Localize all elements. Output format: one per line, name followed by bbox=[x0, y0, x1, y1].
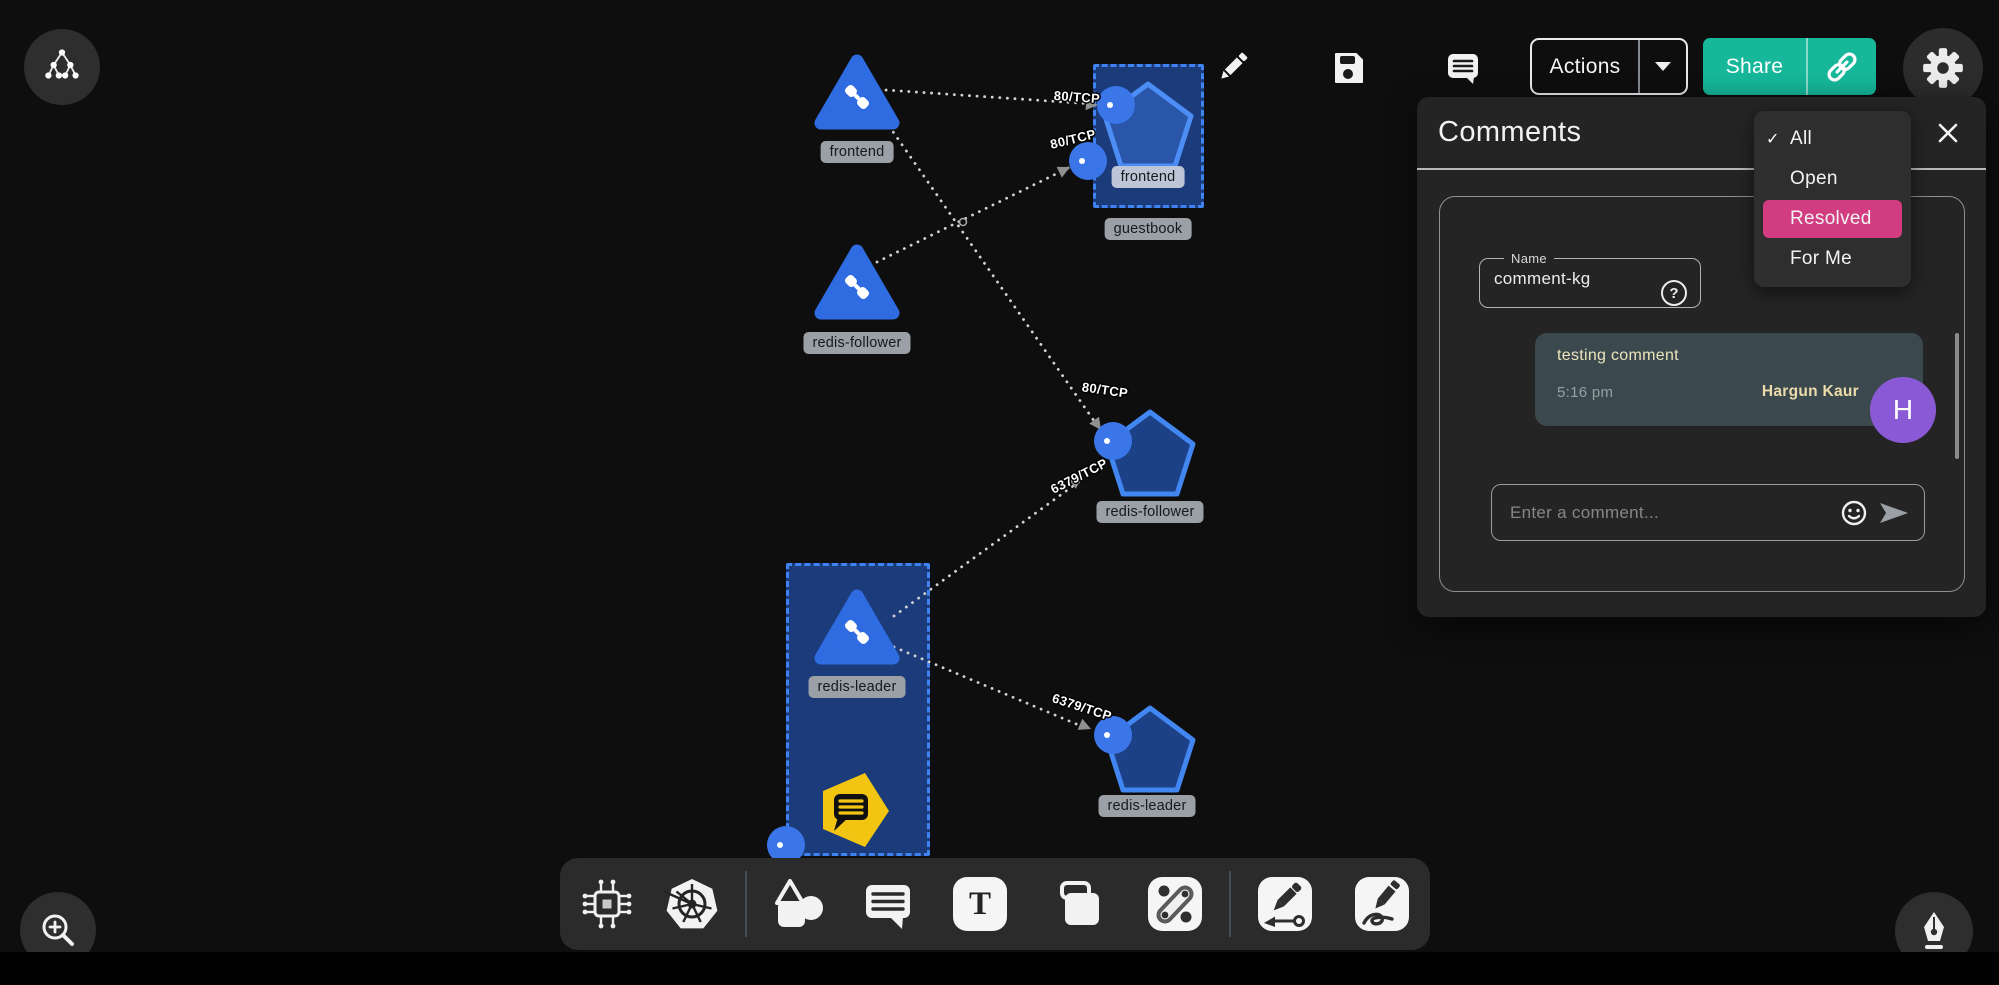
frame-icon bbox=[1052, 876, 1108, 932]
comment-icon bbox=[860, 876, 916, 932]
filter-option-open[interactable]: Open bbox=[1754, 159, 1911, 199]
comment-name-field-label: Name bbox=[1504, 251, 1554, 266]
comment-icon bbox=[1446, 50, 1480, 84]
close-panel-button[interactable] bbox=[1934, 119, 1962, 147]
pencil-icon bbox=[1216, 50, 1250, 84]
edit-pencil-button[interactable] bbox=[1216, 50, 1250, 84]
text-glyph: T bbox=[969, 888, 991, 921]
node-label: frontend bbox=[821, 141, 894, 163]
node-label: redis-follower bbox=[803, 332, 910, 354]
smiley-icon bbox=[1840, 499, 1868, 527]
node-label: redis-follower bbox=[1096, 501, 1203, 523]
close-icon bbox=[1934, 119, 1962, 147]
service-node-redis-follower[interactable] bbox=[814, 242, 900, 322]
infra-tool-button[interactable] bbox=[579, 876, 635, 932]
comments-panel-title: Comments bbox=[1438, 116, 1581, 149]
chevron-down-icon bbox=[1655, 62, 1671, 71]
node-label: frontend bbox=[1112, 166, 1185, 188]
service-node-redis-leader[interactable] bbox=[814, 587, 900, 667]
comment-tool-button[interactable] bbox=[860, 876, 916, 932]
pen-tool-button[interactable] bbox=[1258, 877, 1312, 931]
comment-timestamp: 5:16 pm bbox=[1557, 384, 1613, 401]
comment-text: testing comment bbox=[1557, 347, 1679, 365]
emoji-picker-button[interactable] bbox=[1840, 499, 1868, 527]
connector-tool-button[interactable] bbox=[1148, 877, 1202, 931]
actions-divider bbox=[1638, 40, 1640, 93]
send-comment-button[interactable] bbox=[1878, 500, 1910, 526]
text-tool-icon: T bbox=[953, 877, 1007, 931]
service-node-frontend[interactable] bbox=[814, 52, 900, 132]
filter-option-all[interactable]: ✓ All bbox=[1754, 119, 1911, 159]
filter-option-label: Resolved bbox=[1790, 208, 1872, 230]
comment-item[interactable]: testing comment 5:16 pm Hargun Kaur bbox=[1535, 333, 1923, 426]
avatar-initial: H bbox=[1893, 394, 1913, 426]
frame-tool-button[interactable] bbox=[1052, 876, 1108, 932]
pen-bezier-icon bbox=[1258, 877, 1312, 931]
shapes-tool-button[interactable] bbox=[770, 876, 826, 932]
comment-name-field[interactable]: Name comment-kg ? bbox=[1479, 251, 1701, 308]
comment-author: Hargun Kaur bbox=[1762, 383, 1859, 401]
tools-toolbar: T bbox=[560, 858, 1430, 950]
save-icon bbox=[1331, 51, 1365, 85]
pencil-scribble-icon bbox=[1355, 877, 1409, 931]
port-circle[interactable] bbox=[1094, 422, 1132, 460]
save-button[interactable] bbox=[1331, 51, 1365, 85]
pencil-draw-tool-button[interactable] bbox=[1355, 877, 1409, 931]
scrollbar-thumb[interactable] bbox=[1955, 333, 1959, 459]
help-icon[interactable]: ? bbox=[1661, 280, 1687, 306]
comment-input-row bbox=[1491, 484, 1925, 541]
send-icon bbox=[1878, 500, 1910, 526]
port-circle[interactable] bbox=[1097, 86, 1135, 124]
shapes-icon bbox=[770, 876, 826, 932]
kubernetes-icon bbox=[664, 876, 720, 932]
comment-marker-pin[interactable] bbox=[819, 769, 893, 856]
filter-option-label: All bbox=[1790, 128, 1812, 150]
port-circle[interactable] bbox=[1094, 716, 1132, 754]
copy-link-button[interactable] bbox=[1808, 38, 1876, 95]
actions-button[interactable]: Actions bbox=[1530, 38, 1688, 95]
node-label: redis-leader bbox=[1099, 795, 1196, 817]
app-canvas: 80/TCP 80/TCP 80/TCP 6379/TCP 6379/TCP bbox=[0, 0, 1999, 985]
link-icon bbox=[1824, 49, 1860, 85]
group-label: guestbook bbox=[1105, 218, 1192, 240]
toolbar-divider bbox=[745, 871, 747, 937]
avatar: H bbox=[1870, 377, 1936, 443]
toolbar-divider bbox=[1229, 871, 1231, 937]
comment-input[interactable] bbox=[1510, 503, 1830, 523]
filter-option-for-me[interactable]: For Me bbox=[1754, 239, 1911, 279]
comments-filter-menu: ✓ All Open Resolved For Me bbox=[1754, 111, 1911, 287]
actions-dropdown-toggle[interactable] bbox=[1640, 40, 1686, 93]
edge-label: 80/TCP bbox=[1053, 88, 1100, 106]
share-button-label: Share bbox=[1703, 38, 1806, 95]
comments-toggle-button[interactable] bbox=[1446, 50, 1480, 84]
port-circle[interactable] bbox=[1069, 142, 1107, 180]
check-icon: ✓ bbox=[1766, 129, 1780, 149]
comment-name-field-value: comment-kg bbox=[1494, 266, 1686, 289]
actions-button-label: Actions bbox=[1532, 40, 1638, 93]
text-tool-button[interactable]: T bbox=[953, 877, 1007, 931]
kubernetes-tool-button[interactable] bbox=[664, 876, 720, 932]
share-button[interactable]: Share bbox=[1703, 38, 1876, 95]
circuit-chip-icon bbox=[579, 876, 635, 932]
chain-link-icon bbox=[1148, 877, 1202, 931]
filter-option-resolved[interactable]: Resolved bbox=[1763, 200, 1902, 238]
help-glyph: ? bbox=[1669, 285, 1678, 302]
filter-option-label: Open bbox=[1790, 168, 1838, 190]
filter-option-label: For Me bbox=[1790, 248, 1852, 270]
node-label: redis-leader bbox=[809, 676, 906, 698]
